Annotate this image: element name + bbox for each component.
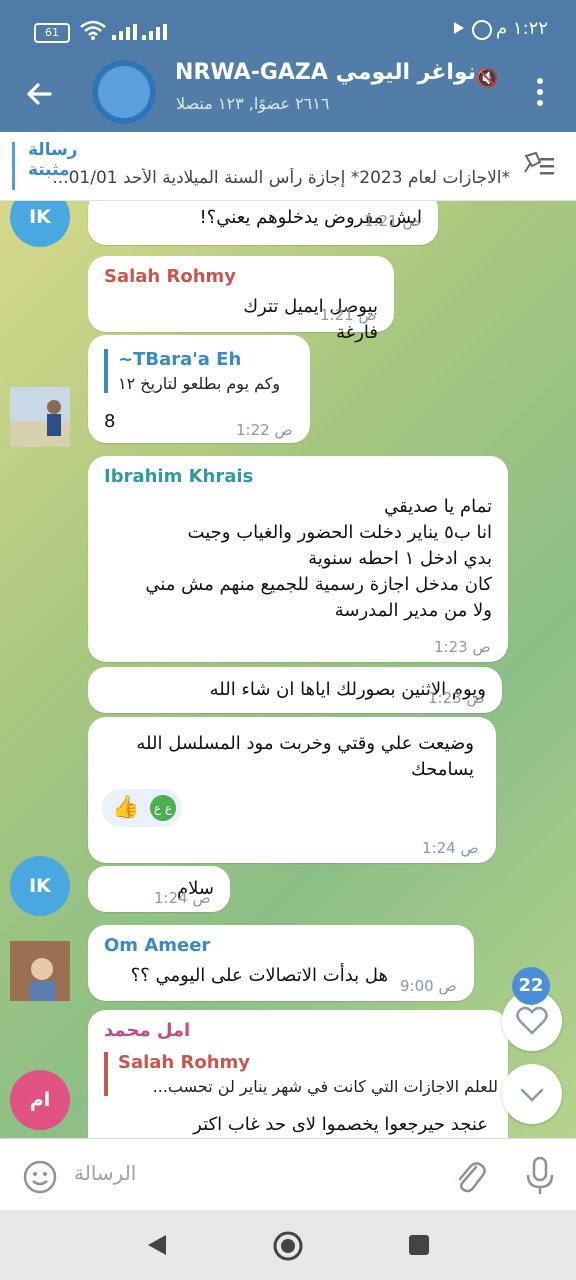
message-bubble[interactable]: ايش مفروض يدخلوهم يعني؟! 1:21 ص: [88, 201, 438, 245]
group-avatar[interactable]: [92, 60, 156, 124]
message-time: 1:21 ص: [320, 306, 377, 324]
reply-text: للعلم الاجازات التي كانت في شهر يناير لن…: [152, 1077, 498, 1096]
message-bubble[interactable]: امل محمد Salah Rohmy للعلم الاجازات التي…: [88, 1010, 508, 1138]
media-play-icon: [454, 22, 464, 34]
message-text: تمام يا صديقي انا ب٥ يناير دخلت الحضور و…: [145, 496, 492, 621]
sender-name[interactable]: Ibrahim Khrais: [104, 466, 253, 487]
more-options-icon[interactable]: [530, 78, 550, 110]
signal-icon-2: [142, 24, 167, 40]
emoji-icon[interactable]: [22, 1159, 58, 1195]
sender-name[interactable]: امل محمد: [104, 1020, 190, 1041]
reply-text: وكم يوم بطلعو لتاريخ ١٢: [118, 374, 281, 393]
message-time: 1:24 ص: [154, 889, 211, 907]
message-input[interactable]: الرسالة: [74, 1161, 136, 1185]
pinned-text: *الاجازات لعام 2023* إجازة رأس السنة الم…: [52, 168, 510, 188]
message-bubble[interactable]: وضيعت علي وقتي وخربت مود المسلسل الله يس…: [88, 717, 496, 863]
message-bubble[interactable]: Om Ameer هل بدأت الاتصالات على اليومي ؟؟…: [88, 925, 474, 1001]
back-arrow-icon[interactable]: [20, 74, 60, 114]
reply-sender: Salah Rohmy: [118, 1052, 251, 1073]
status-time: ١:٢٢ م: [496, 18, 548, 39]
avatar[interactable]: [10, 387, 70, 447]
chat-title[interactable]: نواغر اليومي UNRWA-GAZA: [176, 60, 476, 85]
attach-icon[interactable]: [452, 1157, 488, 1197]
reply-quote[interactable]: Salah Rohmy للعلم الاجازات التي كانت في …: [104, 1052, 498, 1096]
chat-messages[interactable]: IK ايش مفروض يدخلوهم يعني؟! 1:21 ص Salah…: [0, 201, 576, 1138]
message-bubble[interactable]: ~TBara'a Eh وكم يوم بطلعو لتاريخ ١٢ 8 1:…: [88, 335, 310, 443]
thumbs-up-icon[interactable]: 👍: [112, 795, 139, 820]
pinned-indicator: [12, 142, 15, 190]
reactions[interactable]: 👍 ع ع: [102, 789, 182, 827]
nav-back-icon[interactable]: [146, 1233, 168, 1257]
status-bar: 61 ١:٢٢ م: [0, 0, 576, 56]
message-time: 1:23 ص: [434, 638, 491, 656]
muted-icon: 🔇: [476, 68, 499, 89]
nav-home-icon[interactable]: [272, 1230, 304, 1262]
sender-name[interactable]: Om Ameer: [104, 935, 210, 956]
wifi-icon: [80, 20, 106, 40]
message-time: 1:24 ص: [422, 839, 479, 857]
microphone-icon[interactable]: [524, 1155, 556, 1197]
battery-icon: 61: [34, 23, 70, 43]
message-time: 1:21 ص: [364, 212, 421, 230]
avatar[interactable]: [10, 941, 70, 1001]
chat-header: نواغر اليومي UNRWA-GAZA 🔇 ٢٦١٦ عضوًا, ١٢…: [0, 56, 576, 132]
message-time: 1:23 ص: [428, 689, 485, 707]
message-bubble[interactable]: سلام 1:24 ص: [88, 866, 230, 912]
pinned-message[interactable]: رسالة مثبتة *الاجازات لعام 2023* إجازة ر…: [0, 132, 576, 201]
signal-icon: [112, 24, 137, 40]
reaction-avatar[interactable]: ع ع: [150, 795, 176, 821]
avatar[interactable]: IK: [10, 856, 70, 916]
pinned-list-icon[interactable]: [522, 150, 556, 180]
message-text: هل بدأت الاتصالات على اليومي ؟؟: [130, 965, 388, 986]
chat-subtitle: ٢٦١٦ عضوًا, ١٢٣ متصلا: [176, 94, 330, 113]
message-time: 9:00 ص: [400, 977, 457, 995]
alarm-icon: [472, 20, 492, 40]
message-bubble[interactable]: Ibrahim Khrais تمام يا صديقي انا ب٥ يناي…: [88, 456, 508, 662]
message-text: 8: [104, 411, 116, 432]
message-time: 1:22 ص: [236, 421, 293, 439]
sender-name[interactable]: Salah Rohmy: [104, 266, 236, 287]
avatar[interactable]: ام: [10, 1070, 70, 1130]
system-nav-bar: [0, 1210, 576, 1280]
message-composer: الرسالة: [0, 1138, 576, 1211]
avatar[interactable]: IK: [10, 201, 70, 247]
chevron-down-icon: [520, 1088, 544, 1102]
nav-recents-icon[interactable]: [408, 1234, 430, 1256]
reply-sender: ~TBara'a Eh: [118, 349, 242, 370]
message-text: عنجد حيرجعوا يخصموا لاى حد غاب اكتر: [193, 1114, 488, 1135]
unread-badge[interactable]: 22: [512, 967, 550, 1005]
message-bubble[interactable]: Salah Rohmy بيوصل ايميل تترك فارغة 1:21 …: [88, 256, 394, 343]
scroll-down-button[interactable]: [502, 1064, 562, 1124]
reply-quote[interactable]: ~TBara'a Eh وكم يوم بطلعو لتاريخ ١٢: [104, 349, 280, 393]
message-bubble[interactable]: ويوم الاثنين بصورلك اياها ان شاء الله 1:…: [88, 667, 502, 713]
message-text: وضيعت علي وقتي وخربت مود المسلسل الله يس…: [136, 733, 474, 780]
